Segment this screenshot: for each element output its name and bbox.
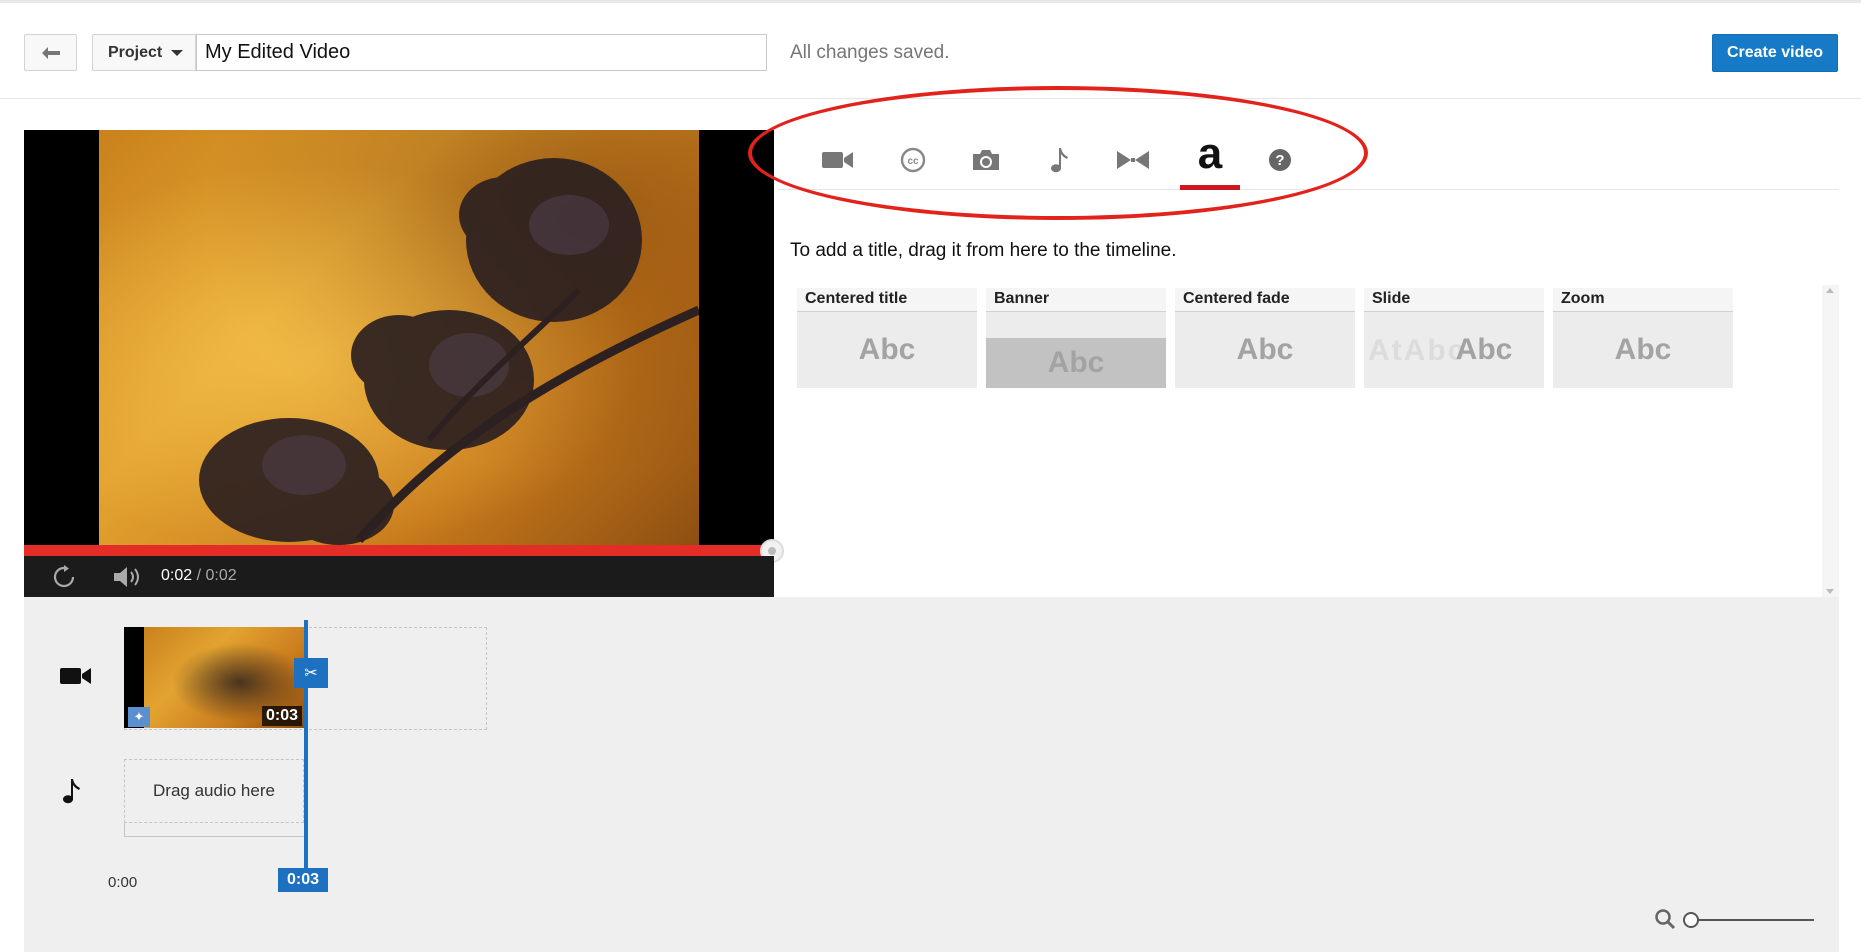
music-note-icon	[1051, 148, 1068, 173]
template-preview: Abc	[1614, 333, 1672, 366]
video-preview-player[interactable]: 0:02 / 0:02	[24, 130, 784, 597]
editor-header: Project All changes saved. Create video	[0, 3, 1861, 99]
titles-instructions: To add a title, drag it from here to the…	[790, 240, 1177, 261]
zoom-slider-handle[interactable]	[1683, 912, 1699, 928]
timeline: ✦ 0:03 Drag audio here 0:00 ✂ 0:03	[24, 597, 1839, 952]
save-status: All changes saved.	[790, 42, 950, 63]
text-a-icon: a	[1197, 128, 1223, 178]
tab-photos[interactable]	[956, 130, 1016, 190]
duration-time: 0:02	[205, 567, 237, 584]
back-arrow-icon	[41, 46, 60, 59]
audio-drop-label: Drag audio here	[153, 781, 275, 800]
playback-progress-bar[interactable]	[24, 545, 774, 556]
video-clip[interactable]: ✦ 0:03	[124, 627, 304, 728]
video-title-input[interactable]	[196, 34, 767, 71]
current-time: 0:02	[161, 567, 193, 584]
video-track-icon	[60, 668, 91, 684]
template-name: Centered title	[797, 288, 977, 312]
project-dropdown[interactable]: Project	[92, 34, 196, 71]
back-button[interactable]	[24, 34, 77, 71]
template-preview: Abc	[986, 312, 1166, 388]
tab-videos[interactable]	[808, 130, 868, 190]
tab-audio[interactable]	[1030, 130, 1090, 190]
zoom-search-icon	[1655, 909, 1676, 930]
template-preview: AtAbc Abc	[1368, 333, 1513, 367]
timeline-ruler	[124, 836, 304, 837]
title-template-centered-fade[interactable]: Centered fade Abc	[1175, 288, 1355, 388]
help-icon: ?	[1269, 149, 1291, 171]
scroll-down-icon[interactable]	[1826, 589, 1834, 594]
zoom-slider-track[interactable]	[1690, 919, 1814, 921]
scissors-icon[interactable]: ✂	[294, 658, 328, 688]
video-frame	[99, 130, 699, 545]
volume-icon[interactable]	[112, 564, 144, 590]
title-template-banner[interactable]: Banner Abc	[986, 288, 1166, 388]
audio-track-icon	[63, 779, 80, 804]
template-name: Banner	[986, 288, 1166, 312]
audio-drop-zone[interactable]: Drag audio here	[124, 759, 304, 823]
tab-transitions[interactable]	[1103, 130, 1163, 190]
editor-tabs: cc a ?	[778, 130, 1839, 190]
scroll-up-icon[interactable]	[1826, 288, 1834, 293]
camera-icon	[973, 150, 999, 170]
video-camera-icon	[822, 152, 853, 168]
svg-text:?: ?	[1275, 152, 1284, 169]
template-name: Zoom	[1553, 288, 1733, 312]
magic-wand-icon[interactable]: ✦	[128, 707, 150, 727]
templates-scrollbar[interactable]	[1822, 285, 1839, 597]
title-template-zoom[interactable]: Zoom Abc	[1553, 288, 1733, 388]
playhead-time[interactable]: 0:03	[278, 868, 328, 892]
project-label: Project	[108, 43, 163, 61]
create-video-button[interactable]: Create video	[1712, 34, 1838, 72]
player-controls: 0:02 / 0:02	[24, 556, 774, 597]
title-templates-panel: Centered title Abc Banner Abc Centered f…	[790, 285, 1823, 595]
chevron-down-icon	[171, 49, 184, 56]
template-name: Centered fade	[1175, 288, 1355, 312]
flower-image	[199, 158, 699, 545]
slide-ghost-text: AtAbc	[1368, 334, 1467, 367]
timeline-ruler-tick	[124, 823, 125, 837]
svg-text:cc: cc	[907, 156, 919, 167]
template-preview: Abc	[1236, 333, 1294, 366]
transitions-icon	[1117, 151, 1149, 169]
time-display: 0:02 / 0:02	[161, 567, 237, 584]
tab-creative-commons[interactable]: cc	[883, 130, 943, 190]
title-template-slide[interactable]: Slide AtAbc Abc	[1364, 288, 1544, 388]
template-name: Slide	[1364, 288, 1544, 312]
creative-commons-icon: cc	[900, 147, 926, 173]
timeline-start-time: 0:00	[108, 874, 138, 891]
title-template-centered-title[interactable]: Centered title Abc	[797, 288, 977, 388]
tab-titles[interactable]: a	[1180, 130, 1240, 190]
tab-help[interactable]: ?	[1250, 130, 1310, 190]
replay-icon[interactable]	[52, 565, 76, 589]
clip-duration: 0:03	[261, 706, 302, 726]
template-preview: Abc	[858, 333, 916, 366]
